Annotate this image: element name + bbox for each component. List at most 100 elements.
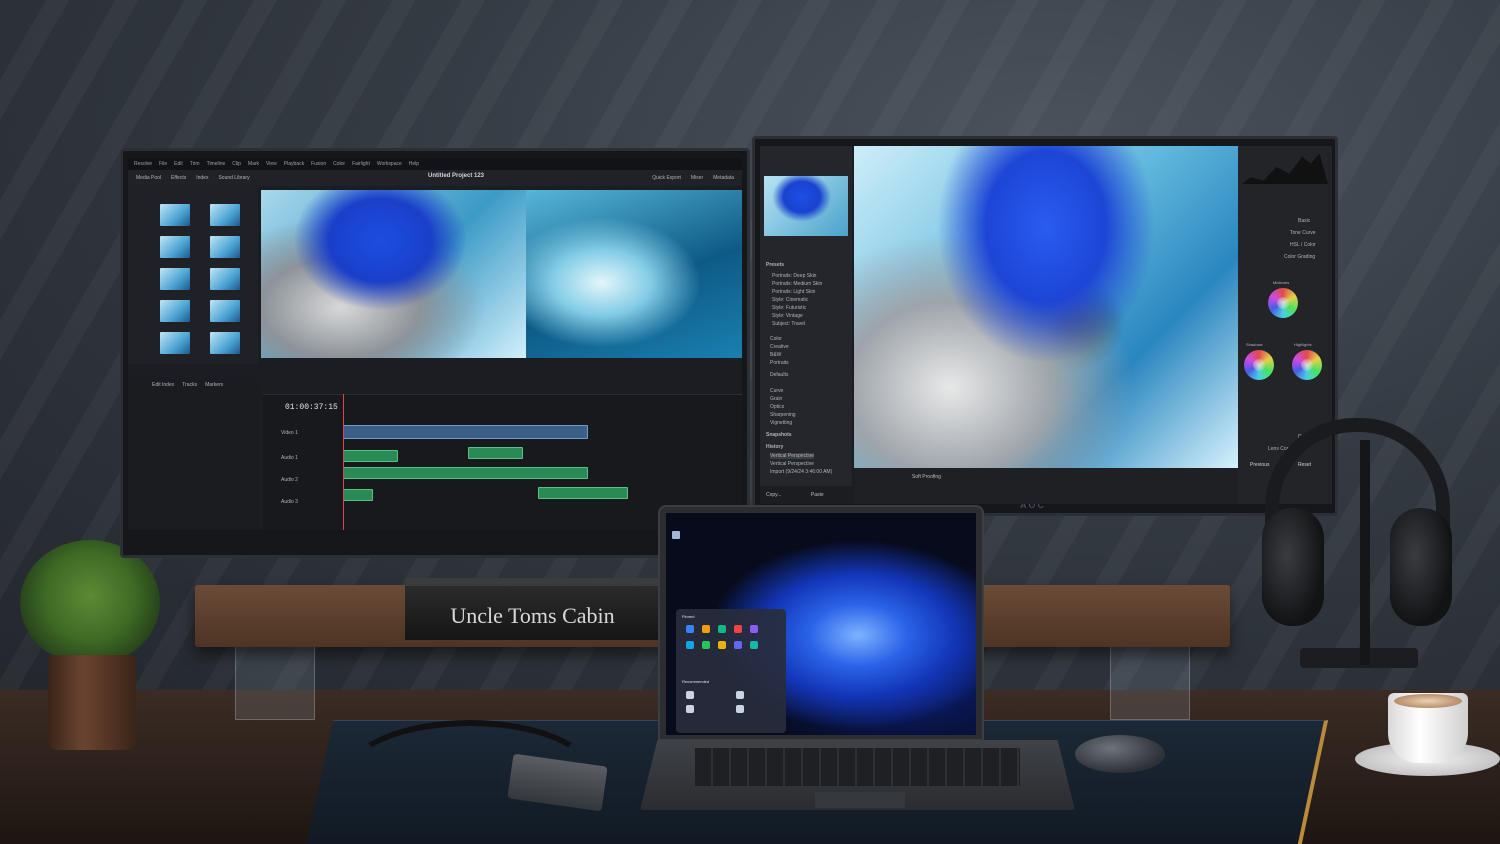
previous-button[interactable]: Previous	[1250, 462, 1269, 468]
section-color-grading[interactable]: Color Grading	[1284, 254, 1315, 260]
menu-item[interactable]: File	[159, 161, 167, 167]
menu-item[interactable]: Help	[409, 161, 419, 167]
paste-button[interactable]: Paste	[811, 492, 824, 498]
menu-item[interactable]: Edit	[174, 161, 183, 167]
file-icon[interactable]	[736, 691, 744, 699]
section-basic[interactable]: Basic	[1298, 218, 1310, 224]
history-item[interactable]: Import (9/24/24 3:46:00 AM)	[770, 469, 832, 475]
highlights-color-wheel[interactable]	[1292, 350, 1322, 380]
media-thumbnail[interactable]	[160, 300, 190, 322]
history-item[interactable]: Vertical Perspective	[770, 461, 814, 467]
editor-menu-bar: Resolve File Edit Trim Timeline Clip Mar…	[128, 158, 742, 170]
preset-group[interactable]: B&W	[770, 352, 781, 358]
section-tone-curve[interactable]: Tone Curve	[1290, 230, 1316, 236]
app-tile-icon[interactable]	[718, 625, 726, 633]
media-thumbnail[interactable]	[210, 236, 240, 258]
preset-item[interactable]: Style: Cinematic	[772, 297, 808, 303]
media-thumbnail[interactable]	[210, 300, 240, 322]
menu-item[interactable]: Workspace	[377, 161, 402, 167]
preset-group[interactable]: Creative	[770, 344, 789, 350]
app-tile-icon[interactable]	[750, 641, 758, 649]
preset-group[interactable]: Defaults	[770, 372, 788, 378]
photo-canvas[interactable]	[854, 146, 1238, 468]
file-icon[interactable]	[686, 691, 694, 699]
menu-item[interactable]: Timeline	[207, 161, 226, 167]
shelf-leg-right	[1110, 640, 1190, 720]
media-thumbnail[interactable]	[160, 204, 190, 226]
app-tile-icon[interactable]	[734, 641, 742, 649]
edit-index-tab[interactable]: Edit Index	[152, 382, 174, 388]
navigator-preview[interactable]	[764, 176, 848, 236]
menu-item[interactable]: Fusion	[311, 161, 326, 167]
timeline-viewer[interactable]	[526, 190, 742, 358]
file-icon[interactable]	[686, 705, 694, 713]
midtones-color-wheel[interactable]	[1268, 288, 1298, 318]
file-icon[interactable]	[736, 705, 744, 713]
preset-group[interactable]: Sharpening	[770, 412, 796, 418]
soft-proofing-toggle[interactable]: Soft Proofing	[912, 474, 941, 480]
media-pool-tab[interactable]: Media Pool	[136, 175, 161, 181]
snapshots-header[interactable]: Snapshots	[766, 432, 792, 438]
preset-item[interactable]: Style: Vintage	[772, 313, 803, 319]
shadows-color-wheel[interactable]	[1244, 350, 1274, 380]
recycle-bin-icon[interactable]	[672, 531, 680, 539]
preset-item[interactable]: Portraits: Deep Skin	[772, 273, 816, 279]
preset-item[interactable]: Style: Futuristic	[772, 305, 806, 311]
video-clip[interactable]	[343, 425, 588, 439]
audio-clip[interactable]	[343, 467, 588, 479]
preset-group[interactable]: Curve	[770, 388, 783, 394]
app-tile-icon[interactable]	[718, 641, 726, 649]
media-thumbnail[interactable]	[160, 332, 190, 354]
tracks-tab[interactable]: Tracks	[182, 382, 197, 388]
preset-group[interactable]: Color	[770, 336, 782, 342]
source-viewer[interactable]	[261, 190, 526, 358]
audio-clip[interactable]	[343, 450, 398, 462]
app-tile-icon[interactable]	[702, 641, 710, 649]
menu-item[interactable]: Fairlight	[352, 161, 370, 167]
preset-group[interactable]: Portraits	[770, 360, 789, 366]
preset-item[interactable]: Portraits: Medium Skin	[772, 281, 822, 287]
quick-export-button[interactable]: Quick Export	[652, 175, 681, 181]
preset-group[interactable]: Grain	[770, 396, 782, 402]
menu-item[interactable]: Resolve	[134, 161, 152, 167]
media-thumbnail[interactable]	[210, 204, 240, 226]
history-header[interactable]: History	[766, 444, 783, 450]
copy-button[interactable]: Copy...	[766, 492, 781, 498]
track-label: Audio 2	[281, 477, 298, 483]
app-tile-icon[interactable]	[734, 625, 742, 633]
audio-clip[interactable]	[538, 487, 628, 499]
app-tile-icon[interactable]	[686, 641, 694, 649]
menu-item[interactable]: Clip	[232, 161, 241, 167]
mixer-button[interactable]: Mixer	[691, 175, 703, 181]
effects-tab[interactable]: Effects	[171, 175, 186, 181]
menu-item[interactable]: Color	[333, 161, 345, 167]
index-tab[interactable]: Index	[196, 175, 208, 181]
menu-item[interactable]: Mark	[248, 161, 259, 167]
sound-library-tab[interactable]: Sound Library	[218, 175, 249, 181]
app-tile-icon[interactable]	[750, 625, 758, 633]
media-thumbnail[interactable]	[160, 236, 190, 258]
menu-item[interactable]: View	[266, 161, 277, 167]
markers-tab[interactable]: Markers	[205, 382, 223, 388]
media-thumbnail[interactable]	[210, 332, 240, 354]
preset-item[interactable]: Portraits: Light Skin	[772, 289, 815, 295]
timecode-display: 01:00:37:15	[285, 403, 338, 412]
playhead[interactable]	[343, 394, 344, 530]
preset-group[interactable]: Optics	[770, 404, 784, 410]
audio-clip[interactable]	[468, 447, 523, 459]
audio-clip[interactable]	[343, 489, 373, 501]
app-tile-icon[interactable]	[702, 625, 710, 633]
section-hsl[interactable]: HSL / Color	[1290, 242, 1316, 248]
preset-group[interactable]: Vignetting	[770, 420, 792, 426]
history-item[interactable]: Vertical Perspective	[770, 453, 814, 459]
preset-item[interactable]: Subject: Travel	[772, 321, 805, 327]
app-tile-icon[interactable]	[686, 625, 694, 633]
histogram	[1242, 153, 1328, 184]
menu-item[interactable]: Trim	[190, 161, 200, 167]
media-thumbnail[interactable]	[160, 268, 190, 290]
media-thumbnail[interactable]	[210, 268, 240, 290]
pinned-label: Pinned	[682, 614, 695, 619]
metadata-button[interactable]: Metadata	[713, 175, 734, 181]
presets-header[interactable]: Presets	[766, 262, 784, 268]
menu-item[interactable]: Playback	[284, 161, 304, 167]
